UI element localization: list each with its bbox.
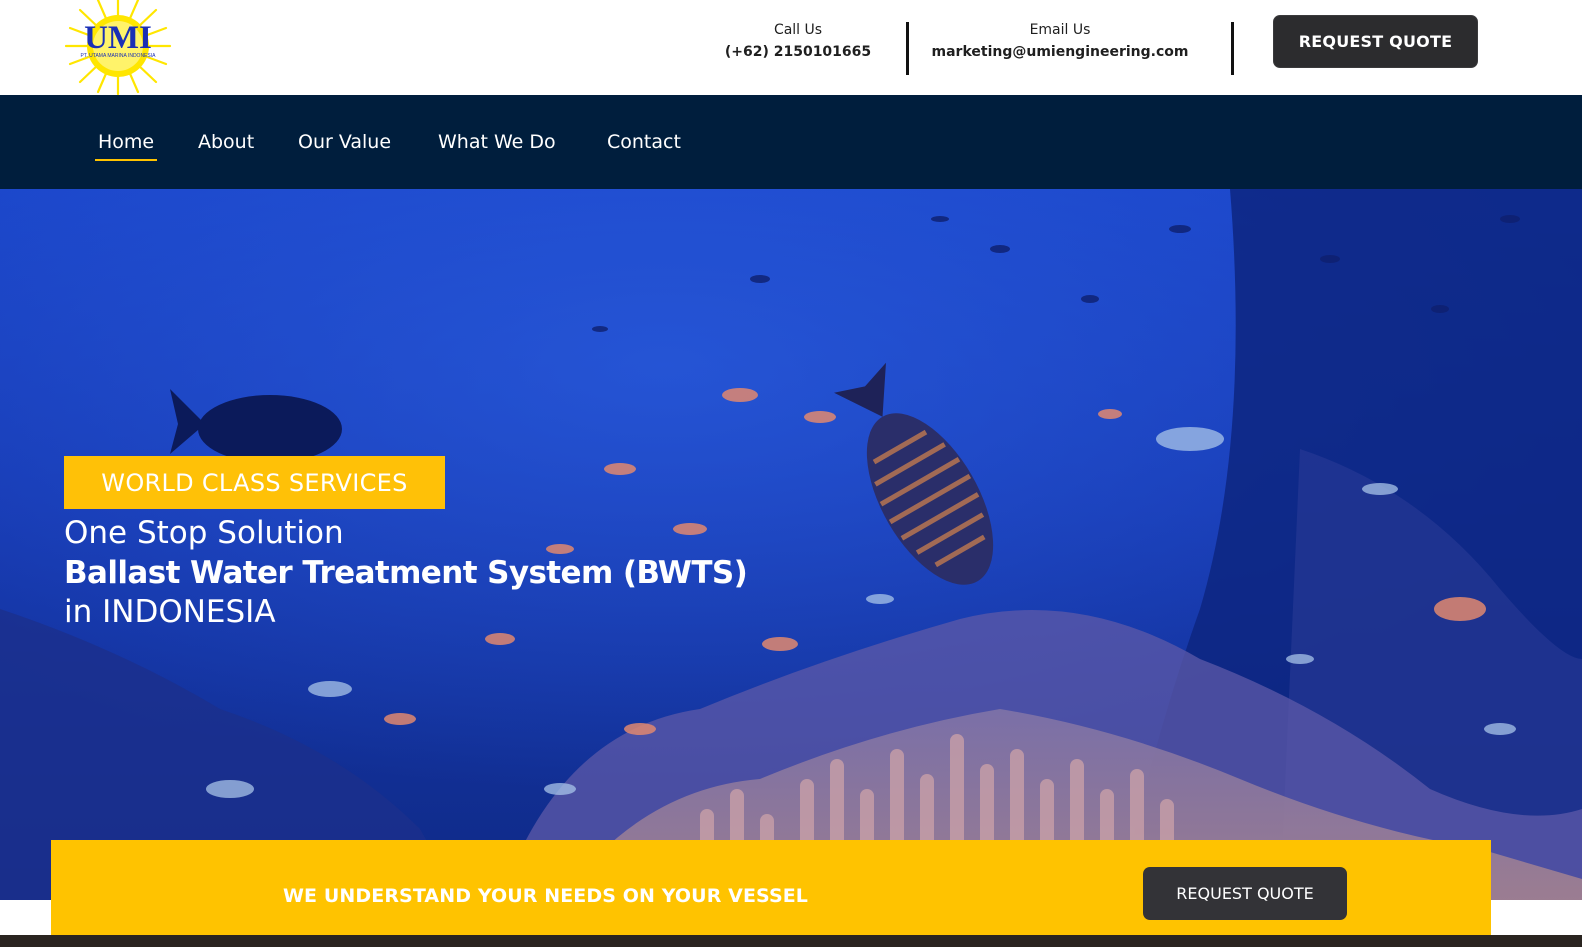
divider xyxy=(906,22,909,75)
divider xyxy=(1231,22,1234,75)
svg-text:PT. UTAMA MARINA INDONESIA: PT. UTAMA MARINA INDONESIA xyxy=(81,53,157,59)
svg-text:UMI: UMI xyxy=(84,20,152,56)
hero-heading-line-2: Ballast Water Treatment System (BWTS) xyxy=(64,555,748,591)
email-us-block: Email Us marketing@umiengineering.com xyxy=(926,20,1194,64)
call-us-block: Call Us (+62) 2150101665 xyxy=(716,20,880,64)
next-section-edge xyxy=(0,935,1582,947)
page: UMI PT. UTAMA MARINA INDONESIA Call Us (… xyxy=(0,0,1582,947)
top-header: UMI PT. UTAMA MARINA INDONESIA Call Us (… xyxy=(0,0,1582,96)
cta-banner: WE UNDERSTAND YOUR NEEDS ON YOUR VESSEL … xyxy=(51,840,1491,947)
banner-text: WE UNDERSTAND YOUR NEEDS ON YOUR VESSEL xyxy=(283,885,809,907)
banner-request-quote-button[interactable]: REQUEST QUOTE xyxy=(1143,867,1347,920)
nav-item-home[interactable]: Home xyxy=(94,131,158,161)
nav-item-what-we-do[interactable]: What We Do xyxy=(438,131,556,153)
email-address[interactable]: marketing@umiengineering.com xyxy=(926,40,1194,64)
world-class-services-badge: WORLD CLASS SERVICES xyxy=(64,456,445,509)
hero-heading-line-1: One Stop Solution xyxy=(64,515,344,551)
company-logo[interactable]: UMI PT. UTAMA MARINA INDONESIA xyxy=(62,0,174,96)
main-nav: Home About Our Value What We Do Contact xyxy=(0,95,1582,189)
sun-logo-icon: UMI PT. UTAMA MARINA INDONESIA xyxy=(64,0,172,96)
nav-item-our-value[interactable]: Our Value xyxy=(298,131,391,153)
phone-number[interactable]: (+62) 2150101665 xyxy=(716,40,880,64)
hero-heading-line-3: in INDONESIA xyxy=(64,594,276,630)
email-us-label: Email Us xyxy=(1029,22,1091,38)
call-us-label: Call Us xyxy=(773,22,823,38)
request-quote-button[interactable]: REQUEST QUOTE xyxy=(1273,15,1478,68)
hero-section: WORLD CLASS SERVICES One Stop Solution B… xyxy=(0,189,1582,900)
nav-item-about[interactable]: About xyxy=(198,131,254,153)
nav-item-contact[interactable]: Contact xyxy=(607,131,681,153)
